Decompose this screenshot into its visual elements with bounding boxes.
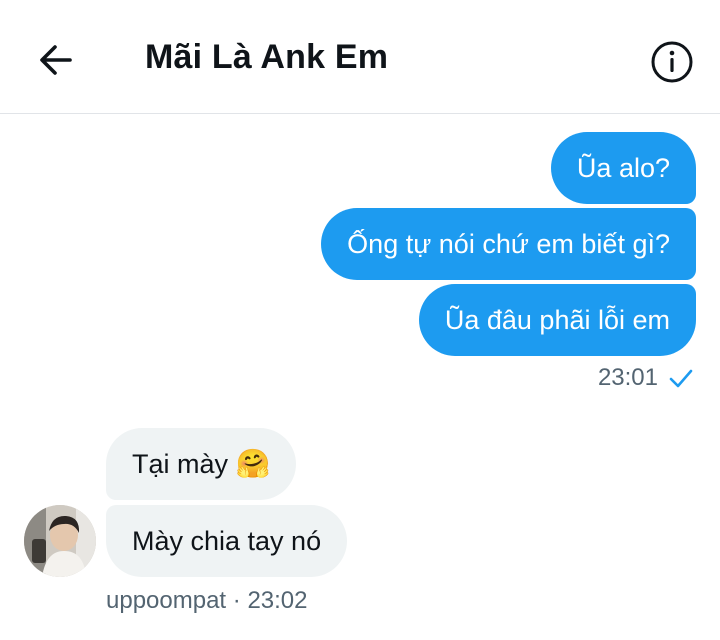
message-text: Tại mày <box>132 449 229 479</box>
received-message-meta: uppoompat · 23:02 <box>106 587 308 615</box>
sent-message-bubble[interactable]: Ũa alo? <box>550 132 696 204</box>
hugging-face-emoji: 🤗 <box>235 448 271 479</box>
received-message-bubble[interactable]: Mày chia tay nó <box>106 505 348 577</box>
sent-message-meta: 23:01 <box>598 364 694 392</box>
conversation-title: Mãi Là Ank Em <box>145 38 389 76</box>
info-circle-icon <box>651 41 693 83</box>
conversation-header: Mãi Là Ank Em <box>0 0 720 114</box>
sender-username[interactable]: uppoompat <box>106 587 226 614</box>
sent-message-bubble[interactable]: Ũa đâu phãi lỗi em <box>418 284 696 356</box>
received-message-bubble[interactable]: Tại mày 🤗 <box>106 428 297 500</box>
info-button[interactable] <box>646 36 698 88</box>
avatar-image <box>24 505 96 577</box>
arrow-left-icon <box>40 45 72 75</box>
back-button[interactable] <box>28 34 84 86</box>
sender-avatar[interactable] <box>24 505 96 577</box>
sent-timestamp: 23:01 <box>597 364 658 391</box>
sent-message-bubble[interactable]: Ống tự nói chứ em biết gì? <box>321 208 696 280</box>
received-timestamp: 23:02 <box>247 587 308 614</box>
meta-separator: · <box>232 587 241 614</box>
check-icon <box>669 369 693 388</box>
